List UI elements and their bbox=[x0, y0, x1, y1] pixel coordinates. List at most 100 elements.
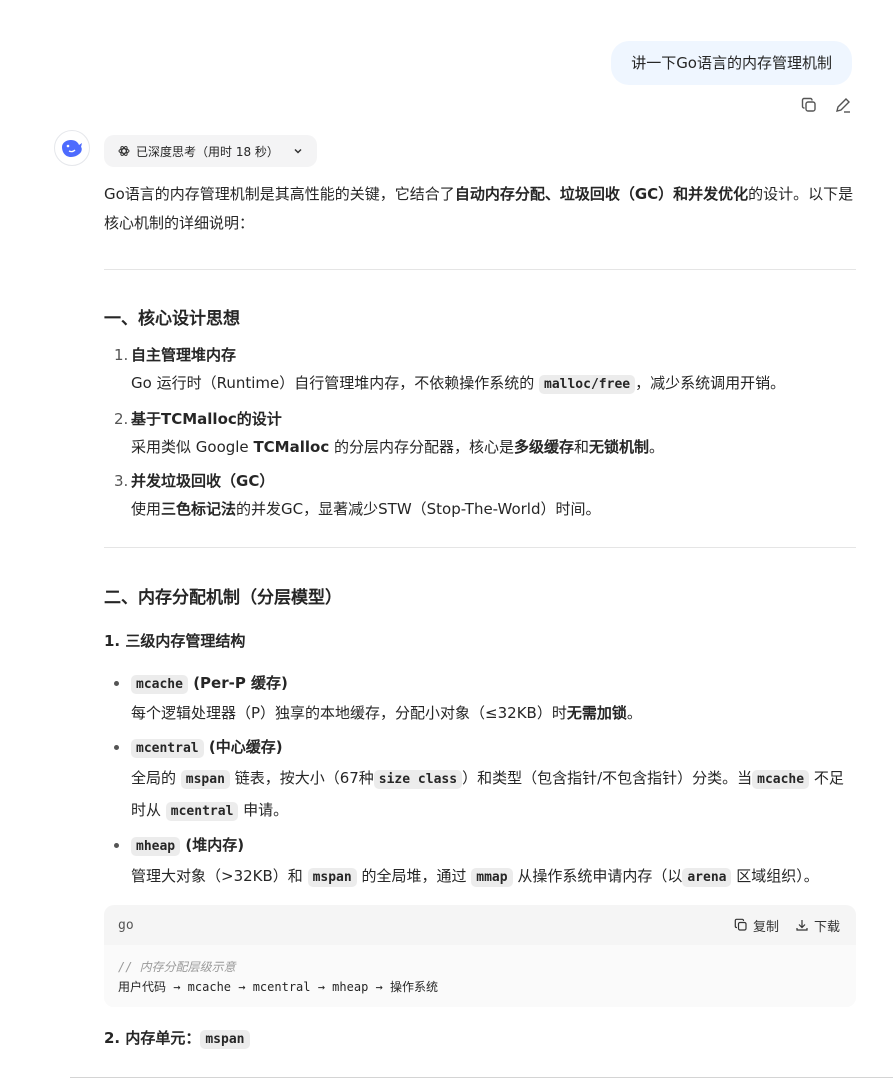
code-language-label: go bbox=[118, 917, 134, 933]
atom-icon bbox=[118, 146, 130, 156]
inline-code: mmap bbox=[471, 868, 513, 887]
desc-text: 从操作系统申请内存（以 bbox=[512, 867, 683, 885]
list-item-desc: Go 运行时（Runtime）自行管理堆内存，不依赖操作系统的 malloc/f… bbox=[131, 369, 856, 399]
code-block-body: // 内存分配层级示意 用户代码 → mcache → mcentral → m… bbox=[104, 945, 856, 1007]
bullet-dot bbox=[114, 745, 119, 750]
bullet-desc: 管理大对象（>32KB）和 mspan 的全局堆，通过 mmap 从操作系统申请… bbox=[131, 861, 856, 893]
list-item: 3. 并发垃圾回收（GC） 使用三色标记法的并发GC，显著减少STW（Stop-… bbox=[104, 467, 856, 523]
desc-text: 每个逻辑处理器（P）独享的本地缓存，分配小对象（≤32KB）时 bbox=[131, 704, 567, 722]
bullet-title: mcache (Per-P 缓存) bbox=[131, 669, 856, 699]
desc-text: 的并发GC，显著减少STW（Stop-The-World）时间。 bbox=[236, 500, 601, 518]
desc-text: ）和类型（包含指针/不包含指针）分类。当 bbox=[462, 769, 753, 787]
section1-list: 1. 自主管理堆内存 Go 运行时（Runtime）自行管理堆内存，不依赖操作系… bbox=[104, 341, 856, 523]
bullet-title: mcentral (中心缓存) bbox=[131, 733, 856, 763]
list-item-title: 自主管理堆内存 bbox=[131, 346, 237, 364]
desc-text: 的全局堆，通过 bbox=[356, 867, 472, 885]
copy-code-button[interactable]: 复制 bbox=[734, 916, 779, 935]
inline-code: mspan bbox=[200, 1030, 250, 1049]
bullet-desc: 每个逻辑处理器（P）独享的本地缓存，分配小对象（≤32KB）时无需加锁。 bbox=[131, 699, 856, 727]
list-number: 2. bbox=[114, 410, 129, 428]
code-block-actions: 复制 下载 bbox=[734, 916, 840, 935]
desc-text: 的分层内存分配器，核心是 bbox=[329, 438, 514, 456]
inline-code: arena bbox=[682, 868, 732, 887]
bullet-dot bbox=[114, 843, 119, 848]
copy-code-label: 复制 bbox=[752, 919, 779, 935]
bullet-title: mheap (堆内存) bbox=[131, 831, 856, 861]
desc-text: 区域组织）。 bbox=[731, 867, 819, 885]
copy-icon bbox=[734, 918, 747, 931]
desc-bold: 无需加锁 bbox=[566, 704, 627, 722]
section1-heading: 一、核心设计思想 bbox=[104, 309, 240, 329]
desc-text: 。 bbox=[626, 704, 642, 722]
list-item: 2. 基于TCMalloc的设计 采用类似 Google TCMalloc 的分… bbox=[104, 405, 856, 461]
list-number: 3. bbox=[114, 472, 129, 490]
list-item-title: 基于TCMalloc的设计 bbox=[131, 410, 282, 428]
code-block-header: go 复制 下载 bbox=[104, 905, 856, 945]
desc-text: Go 运行时（Runtime）自行管理堆内存，不依赖操作系统的 bbox=[131, 374, 539, 392]
deep-think-label: 已深度思考（用时 18 秒） bbox=[136, 144, 279, 159]
list-item: 1. 自主管理堆内存 Go 运行时（Runtime）自行管理堆内存，不依赖操作系… bbox=[104, 341, 856, 399]
bullet-item: mcache (Per-P 缓存) 每个逻辑处理器（P）独享的本地缓存，分配小对… bbox=[104, 669, 856, 727]
user-message-actions bbox=[799, 95, 853, 115]
chevron-down-icon bbox=[294, 148, 302, 154]
deep-think-toggle[interactable]: 已深度思考（用时 18 秒） bbox=[104, 135, 317, 167]
bullet-item: mheap (堆内存) 管理大对象（>32KB）和 mspan 的全局堆，通过 … bbox=[104, 831, 856, 893]
subsection-heading-text: 2. 内存单元： bbox=[104, 1029, 201, 1047]
desc-text: 和 bbox=[574, 438, 590, 456]
intro-bold: 自动内存分配、垃圾回收（GC）和并发优化 bbox=[454, 185, 749, 203]
desc-text: 。 bbox=[649, 438, 665, 456]
section2-bullets: mcache (Per-P 缓存) 每个逻辑处理器（P）独享的本地缓存，分配小对… bbox=[104, 669, 856, 893]
divider bbox=[104, 269, 856, 270]
subsection-heading: 2. 内存单元： mspan bbox=[104, 1027, 856, 1049]
bullet-title-text: (Per-P 缓存) bbox=[187, 674, 288, 692]
inline-code: mspan bbox=[180, 770, 230, 789]
desc-text: 全局的 bbox=[131, 769, 181, 787]
desc-text: 采用类似 Google bbox=[131, 438, 254, 456]
code-block: go 复制 下载 // 内存分配层级示意 用户代码 → mcache → mce… bbox=[104, 905, 856, 1007]
list-item-desc: 采用类似 Google TCMalloc 的分层内存分配器，核心是多级缓存和无锁… bbox=[131, 433, 856, 461]
bullet-item: mcentral (中心缓存) 全局的 mspan 链表，按大小（67种 size… bbox=[104, 733, 856, 827]
list-item-title: 并发垃圾回收（GC） bbox=[131, 472, 275, 490]
inline-code: mheap bbox=[131, 837, 181, 856]
assistant-answer: Go语言的内存管理机制是其高性能的关键，它结合了自动内存分配、垃圾回收（GC）和… bbox=[104, 178, 856, 1049]
download-code-label: 下载 bbox=[813, 919, 840, 935]
desc-bold: TCMalloc bbox=[253, 438, 330, 456]
subsection-heading: 1. 三级内存管理结构 bbox=[104, 632, 246, 650]
download-icon bbox=[796, 920, 808, 931]
user-message-bubble: 讲一下Go语言的内存管理机制 bbox=[611, 41, 852, 85]
desc-text: 申请。 bbox=[238, 801, 289, 819]
whale-logo-icon bbox=[62, 140, 82, 157]
code-line: 用户代码 → mcache → mcentral → mheap → 操作系统 bbox=[118, 980, 438, 994]
copy-icon[interactable] bbox=[799, 95, 819, 115]
divider bbox=[104, 547, 856, 548]
desc-bold: 多级缓存 bbox=[514, 438, 575, 456]
inline-code: size class bbox=[373, 770, 463, 789]
inline-code: mcentral bbox=[165, 802, 239, 821]
desc-bold: 无锁机制 bbox=[589, 438, 650, 456]
desc-text: 管理大对象（>32KB）和 bbox=[131, 867, 308, 885]
inline-code: mcentral bbox=[131, 739, 204, 758]
inline-code: mspan bbox=[307, 868, 357, 887]
inline-code: mcache bbox=[131, 675, 188, 694]
intro-paragraph: Go语言的内存管理机制是其高性能的关键，它结合了自动内存分配、垃圾回收（GC）和… bbox=[104, 180, 856, 238]
inline-code: malloc/free bbox=[539, 375, 636, 394]
bullet-title-text: (中心缓存) bbox=[203, 738, 283, 756]
intro-text: Go语言的内存管理机制是其高性能的关键，它结合了 bbox=[104, 185, 455, 203]
desc-text: 使用 bbox=[131, 500, 162, 518]
download-code-button[interactable]: 下载 bbox=[795, 916, 840, 935]
code-comment: // 内存分配层级示意 bbox=[118, 960, 236, 974]
user-message-text: 讲一下Go语言的内存管理机制 bbox=[631, 54, 832, 72]
desc-text: ，减少系统调用开销。 bbox=[635, 374, 786, 392]
bullet-dot bbox=[114, 681, 119, 686]
list-item-desc: 使用三色标记法的并发GC，显著减少STW（Stop-The-World）时间。 bbox=[131, 495, 856, 523]
assistant-avatar bbox=[54, 130, 90, 166]
bullet-title-text: (堆内存) bbox=[180, 836, 245, 854]
desc-text: 链表，按大小（67种 bbox=[229, 769, 374, 787]
inline-code: mcache bbox=[752, 770, 810, 789]
desc-bold: 三色标记法 bbox=[161, 500, 237, 518]
bullet-desc: 全局的 mspan 链表，按大小（67种 size class ）和类型（包含指针/… bbox=[131, 763, 856, 827]
edit-icon[interactable] bbox=[833, 95, 853, 115]
section2-heading: 二、内存分配机制（分层模型） bbox=[104, 588, 342, 608]
input-area-edge bbox=[70, 1077, 893, 1082]
list-number: 1. bbox=[114, 346, 129, 364]
